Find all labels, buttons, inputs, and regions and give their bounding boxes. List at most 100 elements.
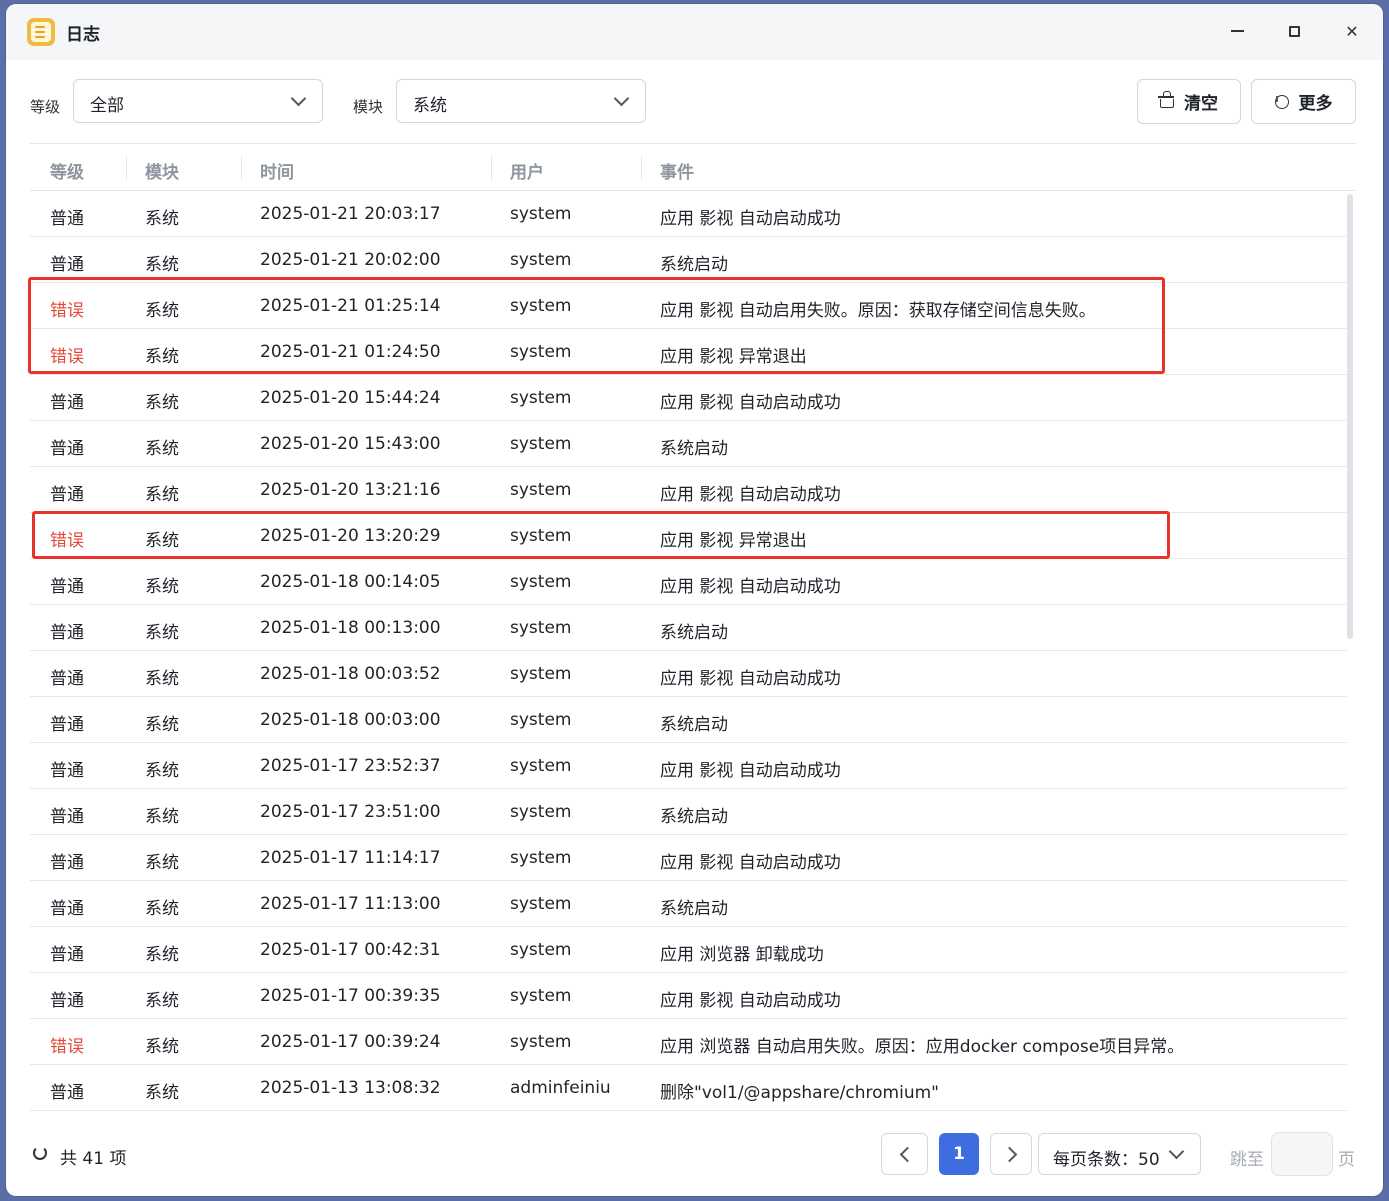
cell-time: 2025-01-17 00:39:35	[260, 986, 441, 1006]
table-row[interactable]: 普通 系统 2025-01-18 00:14:05 system 应用 影视 自动启动成…	[30, 559, 1347, 605]
table-row[interactable]: 普通 系统 2025-01-20 13:21:16 system 应用 影视 自动启动成…	[30, 467, 1347, 513]
header-time[interactable]: 时间	[260, 158, 294, 183]
level-filter-label: 等级	[30, 98, 61, 116]
page-size-value: 每页条数：50	[1053, 1150, 1160, 1170]
refresh-icon[interactable]	[33, 1146, 47, 1160]
cell-level: 错误	[50, 1037, 84, 1057]
total-count: 共 41 项	[60, 1149, 127, 1169]
cell-time: 2025-01-17 23:52:37	[260, 756, 441, 776]
cell-time: 2025-01-17 11:13:00	[260, 894, 441, 914]
table-row[interactable]: 错误 系统 2025-01-20 13:20:29 system 应用 影视 异常退出	[30, 513, 1347, 559]
cell-level: 错误	[50, 347, 84, 367]
more-button-label: 更多	[1298, 94, 1333, 114]
chevron-down-icon	[613, 90, 630, 107]
cell-event: 应用 浏览器 卸载成功	[660, 945, 824, 965]
minimize-button[interactable]	[1222, 16, 1252, 46]
cell-module: 系统	[145, 807, 179, 827]
cell-module: 系统	[145, 899, 179, 919]
cell-module: 系统	[145, 209, 179, 229]
cell-user: adminfeiniu	[510, 1078, 611, 1098]
page-1-button[interactable]: 1	[939, 1133, 979, 1175]
cell-module: 系统	[145, 439, 179, 459]
header-module[interactable]: 模块	[145, 158, 179, 183]
chevron-right-icon	[1001, 1146, 1018, 1163]
cell-time: 2025-01-17 00:39:24	[260, 1032, 441, 1052]
cell-event: 系统启动	[660, 439, 728, 459]
table-row[interactable]: 普通 系统 2025-01-17 23:52:37 system 应用 影视 自动启动成…	[30, 743, 1347, 789]
cell-module: 系统	[145, 255, 179, 275]
table-row[interactable]: 普通 系统 2025-01-17 00:42:31 system 应用 浏览器 卸载成功	[30, 927, 1347, 973]
scrollbar[interactable]	[1347, 194, 1353, 639]
cell-level: 错误	[50, 301, 84, 321]
table-row[interactable]: 普通 系统 2025-01-18 00:03:00 system 系统启动	[30, 697, 1347, 743]
cell-level: 普通	[50, 899, 84, 919]
cell-module: 系统	[145, 1083, 179, 1103]
cell-user: system	[510, 388, 572, 408]
cell-user: system	[510, 204, 572, 224]
cell-user: system	[510, 756, 572, 776]
table-row[interactable]: 错误 系统 2025-01-21 01:24:50 system 应用 影视 异常退出	[30, 329, 1347, 375]
table-row[interactable]: 普通 系统 2025-01-17 11:14:17 system 应用 影视 自动启动成…	[30, 835, 1347, 881]
table-row[interactable]: 普通 系统 2025-01-21 20:03:17 system 应用 影视 自动启动成…	[30, 191, 1347, 237]
maximize-button[interactable]	[1279, 16, 1309, 46]
cell-time: 2025-01-18 00:14:05	[260, 572, 441, 592]
jump-to-label: 跳至	[1230, 1150, 1264, 1170]
table-row[interactable]: 普通 系统 2025-01-21 20:02:00 system 系统启动	[30, 237, 1347, 283]
cell-event: 系统启动	[660, 715, 728, 735]
module-filter-label: 模块	[353, 98, 384, 116]
column-divider	[491, 156, 492, 180]
table-row[interactable]: 普通 系统 2025-01-20 15:44:24 system 应用 影视 自动启动成…	[30, 375, 1347, 421]
table-row[interactable]: 错误 系统 2025-01-17 00:39:24 system 应用 浏览器 自动启用…	[30, 1019, 1347, 1065]
header-level[interactable]: 等级	[50, 158, 84, 183]
cell-event: 应用 影视 自动启动成功	[660, 669, 841, 689]
column-divider	[241, 156, 242, 180]
cell-user: system	[510, 250, 572, 270]
cell-time: 2025-01-18 00:03:52	[260, 664, 441, 684]
cell-level: 普通	[50, 715, 84, 735]
level-select-value: 全部	[90, 96, 124, 116]
page-size-select[interactable]: 每页条数：50	[1038, 1133, 1201, 1175]
next-page-button[interactable]	[990, 1133, 1032, 1175]
cell-module: 系统	[145, 761, 179, 781]
close-button[interactable]: ✕	[1337, 16, 1367, 46]
table-row[interactable]: 普通 系统 2025-01-20 15:43:00 system 系统启动	[30, 421, 1347, 467]
table-row[interactable]: 普通 系统 2025-01-18 00:13:00 system 系统启动	[30, 605, 1347, 651]
prev-page-button[interactable]	[881, 1133, 928, 1175]
table-row[interactable]: 普通 系统 2025-01-17 00:39:35 system 应用 影视 自动启动成…	[30, 973, 1347, 1019]
chevron-down-icon	[290, 90, 307, 107]
cell-event: 应用 影视 自动启动成功	[660, 209, 841, 229]
clear-button[interactable]: 清空	[1137, 79, 1241, 124]
cell-time: 2025-01-20 15:43:00	[260, 434, 441, 454]
table-row[interactable]: 普通 系统 2025-01-18 00:03:52 system 应用 影视 自动启动成…	[30, 651, 1347, 697]
cell-level: 普通	[50, 209, 84, 229]
cell-user: system	[510, 342, 572, 362]
cell-event: 应用 影视 自动启动成功	[660, 485, 841, 505]
table-row[interactable]: 普通 系统 2025-01-13 13:08:32 adminfeiniu 删除"vol…	[30, 1065, 1347, 1111]
cell-user: system	[510, 802, 572, 822]
cell-time: 2025-01-21 01:24:50	[260, 342, 441, 362]
cell-time: 2025-01-21 20:02:00	[260, 250, 441, 270]
cell-event: 系统启动	[660, 899, 728, 919]
cell-user: system	[510, 986, 572, 1006]
level-select[interactable]: 全部	[73, 79, 323, 123]
jump-page-input[interactable]	[1271, 1132, 1333, 1176]
cell-user: system	[510, 572, 572, 592]
title-bar: 日志 ✕	[6, 4, 1383, 60]
cell-user: system	[510, 848, 572, 868]
cell-event: 应用 影视 自动启动成功	[660, 577, 841, 597]
log-table-body: 普通 系统 2025-01-21 20:03:17 system 应用 影视 自动启动成…	[30, 191, 1347, 1111]
cell-level: 普通	[50, 761, 84, 781]
header-user[interactable]: 用户	[510, 158, 544, 183]
cell-module: 系统	[145, 1037, 179, 1057]
module-select[interactable]: 系统	[396, 79, 646, 123]
table-row[interactable]: 普通 系统 2025-01-17 23:51:00 system 系统启动	[30, 789, 1347, 835]
more-button[interactable]: 更多	[1251, 79, 1356, 124]
table-row[interactable]: 普通 系统 2025-01-17 11:13:00 system 系统启动	[30, 881, 1347, 927]
header-event[interactable]: 事件	[660, 158, 694, 183]
cell-module: 系统	[145, 485, 179, 505]
cell-user: system	[510, 940, 572, 960]
cell-level: 普通	[50, 577, 84, 597]
more-icon	[1274, 94, 1289, 109]
cell-time: 2025-01-18 00:03:00	[260, 710, 441, 730]
table-row[interactable]: 错误 系统 2025-01-21 01:25:14 system 应用 影视 自动启用失…	[30, 283, 1347, 329]
